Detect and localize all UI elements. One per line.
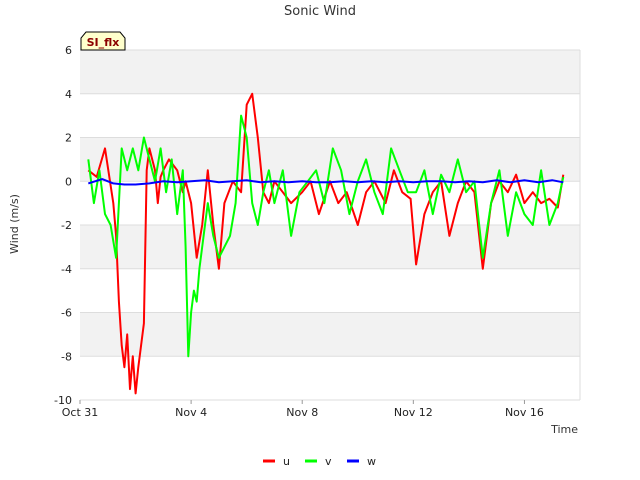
y-tick-label: 2 bbox=[65, 132, 72, 145]
x-tick-label: Nov 16 bbox=[505, 406, 544, 419]
y-tick-label: -4 bbox=[61, 263, 72, 276]
y-tick-label: -6 bbox=[61, 307, 72, 320]
plot-band bbox=[80, 268, 580, 313]
plot-band bbox=[80, 93, 580, 138]
y-tick-label: -2 bbox=[61, 219, 72, 232]
plot-band bbox=[80, 312, 580, 357]
x-axis-ticks: Oct 31 Nov 4 Nov 8 Nov 12 Nov 16 bbox=[62, 400, 544, 419]
station-badge: SI_flx bbox=[80, 31, 126, 51]
x-tick-label: Nov 8 bbox=[286, 406, 318, 419]
plot-band bbox=[80, 356, 580, 400]
chart-title: Sonic Wind bbox=[284, 4, 356, 19]
y-tick-label: 6 bbox=[65, 44, 72, 57]
legend: u v w bbox=[263, 455, 376, 468]
chart-canvas: Sonic Wind -10-8-6-4-20246 Oct 31 Nov 4 No… bbox=[8, 4, 581, 468]
x-tick-label: Nov 4 bbox=[175, 406, 207, 419]
y-axis-label: Wind (m/s) bbox=[8, 194, 21, 254]
legend-label-u: u bbox=[283, 455, 290, 468]
badge-label: SI_flx bbox=[87, 36, 120, 49]
x-tick-label: Nov 12 bbox=[394, 406, 433, 419]
plot-band bbox=[80, 225, 580, 269]
legend-label-v: v bbox=[325, 455, 332, 468]
legend-label-w: w bbox=[367, 455, 376, 468]
y-axis-ticks: -10-8-6-4-20246 bbox=[54, 44, 72, 407]
x-axis-label: Time bbox=[550, 423, 578, 436]
plot-band bbox=[80, 50, 580, 94]
y-tick-label: -8 bbox=[61, 350, 72, 363]
x-tick-label: Oct 31 bbox=[62, 406, 99, 419]
y-tick-label: 4 bbox=[65, 88, 72, 101]
y-tick-label: 0 bbox=[65, 175, 72, 188]
